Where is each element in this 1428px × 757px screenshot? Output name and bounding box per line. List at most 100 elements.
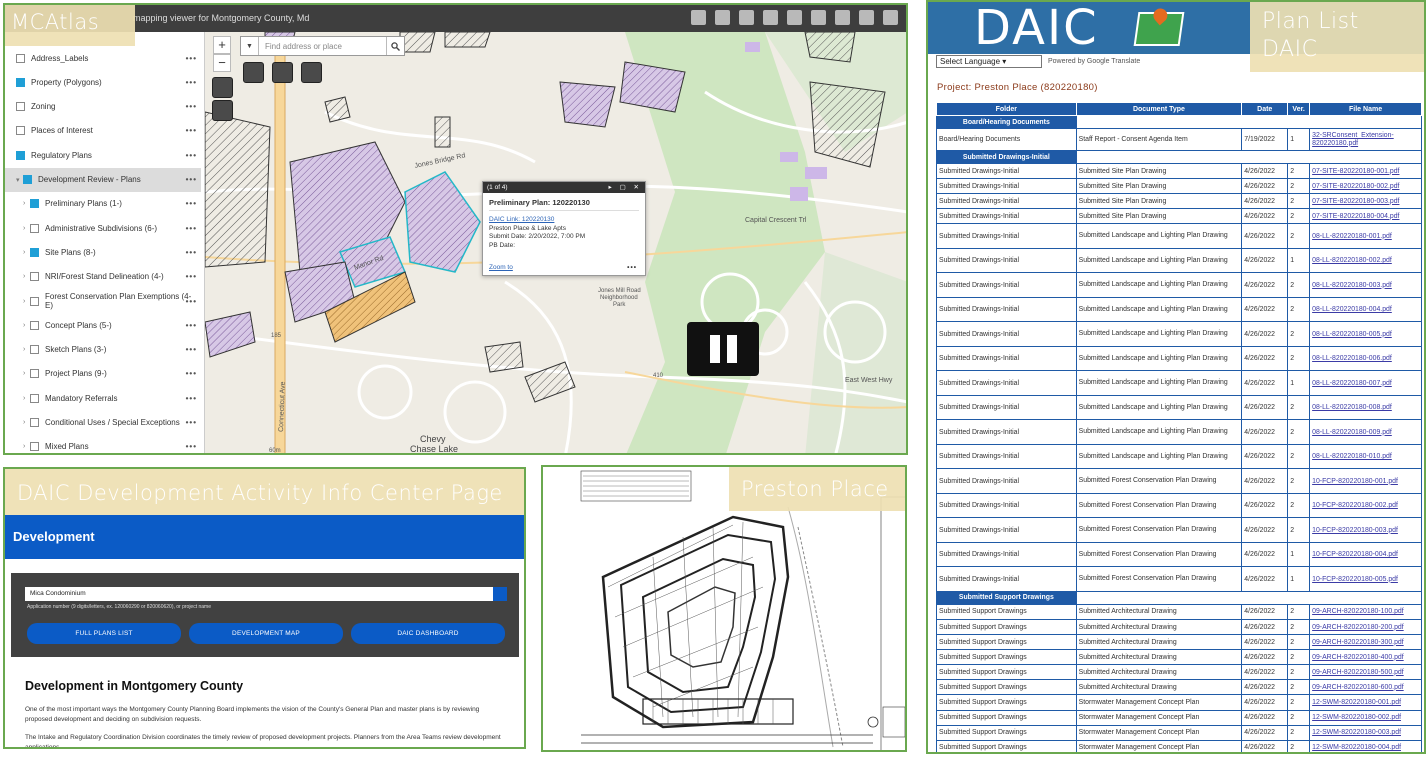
expand-caret-icon[interactable]: › — [23, 225, 30, 232]
layer-row[interactable]: › Forest Conservation Plan Exemptions (4-… — [5, 289, 201, 313]
file-link[interactable]: 08-LL-820220180-010.pdf — [1309, 443, 1422, 470]
home-button[interactable] — [212, 77, 233, 98]
search-icon[interactable] — [386, 37, 404, 55]
layer-row[interactable]: › Project Plans (9-) ••• — [5, 362, 201, 386]
file-link[interactable]: 07-SITE-820220180-004.pdf — [1309, 208, 1422, 225]
map-view[interactable]: Capital Crescent Trl East West Hwy Jones… — [205, 32, 906, 453]
file-link[interactable]: 12-SWM-820220180-003.pdf — [1309, 724, 1422, 741]
layer-row[interactable]: › Concept Plans (5-) ••• — [5, 313, 201, 337]
layer-checkbox[interactable] — [30, 345, 39, 355]
file-link[interactable]: 08-LL-820220180-004.pdf — [1309, 296, 1422, 323]
development-map-button[interactable]: DEVELOPMENT MAP — [189, 623, 343, 644]
layer-checkbox[interactable] — [30, 320, 39, 330]
file-link[interactable]: 07-SITE-820220180-001.pdf — [1309, 162, 1422, 180]
full-plans-list-button[interactable]: FULL PLANS LIST — [27, 623, 181, 644]
layer-checkbox[interactable] — [16, 102, 25, 112]
layer-options-icon[interactable]: ••• — [186, 248, 197, 257]
layer-options-icon[interactable]: ••• — [186, 199, 197, 208]
layer-row[interactable]: › Preliminary Plans (1-) ••• — [5, 192, 201, 216]
address-search[interactable]: ▼ Find address or place — [240, 36, 405, 56]
layer-row[interactable]: › Mixed Plans ••• — [5, 435, 201, 453]
file-link[interactable]: 08-LL-820220180-009.pdf — [1309, 419, 1422, 445]
layer-options-icon[interactable]: ••• — [186, 175, 197, 184]
expand-caret-icon[interactable]: › — [23, 346, 30, 353]
layer-options-icon[interactable]: ••• — [186, 394, 197, 403]
layer-options-icon[interactable]: ••• — [186, 442, 197, 451]
layer-options-icon[interactable]: ••• — [186, 369, 197, 378]
zoom-in-button[interactable]: + — [213, 36, 231, 54]
chevron-down-icon[interactable]: ▼ — [241, 37, 259, 55]
locate-button[interactable] — [212, 100, 233, 121]
file-link[interactable]: 10-FCP-820220180-003.pdf — [1309, 517, 1422, 543]
file-link[interactable]: 32-SRConsent_Extension-820220180.pdf — [1309, 128, 1422, 151]
layer-checkbox[interactable] — [16, 126, 25, 136]
layer-checkbox[interactable] — [16, 77, 25, 87]
grid-icon[interactable] — [835, 10, 850, 25]
layer-checkbox[interactable] — [23, 175, 32, 184]
draw-icon[interactable] — [763, 10, 778, 25]
layer-checkbox[interactable] — [30, 393, 39, 403]
layer-row[interactable]: › Sketch Plans (3-) ••• — [5, 338, 201, 362]
file-link[interactable]: 10-FCP-820220180-004.pdf — [1309, 541, 1422, 568]
layer-row[interactable]: › Conditional Uses / Special Exceptions ••… — [5, 411, 201, 435]
more-options-icon[interactable]: ••• — [627, 264, 637, 271]
file-link[interactable]: 10-FCP-820220180-005.pdf — [1309, 566, 1422, 592]
layer-row[interactable]: Zoning ••• — [5, 95, 201, 119]
file-link[interactable]: 09-ARCH-820220180-100.pdf — [1309, 603, 1422, 620]
expand-caret-icon[interactable]: › — [23, 298, 30, 305]
layer-checkbox[interactable] — [16, 150, 25, 160]
file-link[interactable]: 09-ARCH-820220180-300.pdf — [1309, 634, 1422, 651]
pause-button[interactable] — [687, 322, 759, 376]
file-link[interactable]: 08-LL-820220180-008.pdf — [1309, 394, 1422, 421]
expand-caret-icon[interactable]: › — [23, 443, 30, 450]
layer-checkbox[interactable] — [30, 199, 39, 209]
layer-checkbox[interactable] — [30, 442, 39, 452]
layer-row[interactable]: Property (Polygons) ••• — [5, 70, 201, 94]
info-icon[interactable] — [883, 10, 898, 25]
identify-tool-button[interactable] — [301, 62, 322, 83]
layer-row[interactable]: Regulatory Plans ••• — [5, 143, 201, 167]
search-input[interactable]: Find address or place — [259, 42, 386, 51]
layer-options-icon[interactable]: ••• — [186, 78, 197, 87]
layer-row[interactable]: › NRI/Forest Stand Delineation (4-) ••• — [5, 265, 201, 289]
share-icon[interactable] — [811, 10, 826, 25]
expand-caret-icon[interactable]: › — [23, 273, 30, 280]
file-link[interactable]: 08-LL-820220180-003.pdf — [1309, 272, 1422, 298]
layer-row[interactable]: › Site Plans (8-) ••• — [5, 240, 201, 264]
layer-checkbox[interactable] — [30, 369, 39, 379]
daic-dashboard-button[interactable]: DAIC DASHBOARD — [351, 623, 505, 644]
file-link[interactable]: 10-FCP-820220180-002.pdf — [1309, 492, 1422, 519]
layer-options-icon[interactable]: ••• — [186, 102, 197, 111]
popup-controls[interactable]: ▸ ▢ ✕ — [609, 183, 642, 191]
expand-caret-icon[interactable]: ▾ — [16, 176, 23, 184]
layer-checkbox[interactable] — [30, 223, 39, 233]
layer-options-icon[interactable]: ••• — [186, 272, 197, 281]
expand-caret-icon[interactable]: › — [23, 200, 30, 207]
layer-options-icon[interactable]: ••• — [186, 54, 197, 63]
layer-checkbox[interactable] — [30, 272, 39, 282]
daic-link[interactable]: DAIC Link: 120220130 — [489, 216, 554, 223]
layer-row[interactable]: › Mandatory Referrals ••• — [5, 386, 201, 410]
file-link[interactable]: 09-ARCH-820220180-200.pdf — [1309, 618, 1422, 636]
file-link[interactable]: 08-LL-820220180-007.pdf — [1309, 370, 1422, 396]
expand-caret-icon[interactable]: › — [23, 419, 30, 426]
layer-checkbox[interactable] — [30, 418, 39, 427]
file-link[interactable]: 12-SWM-820220180-001.pdf — [1309, 694, 1422, 711]
layer-options-icon[interactable]: ••• — [186, 126, 197, 135]
search-icon[interactable] — [493, 587, 507, 601]
application-search-input[interactable]: Mica Condominium — [25, 587, 507, 601]
layer-checkbox[interactable] — [16, 53, 25, 63]
file-link[interactable]: 12-SWM-820220180-002.pdf — [1309, 709, 1422, 726]
select-tool-button[interactable] — [243, 62, 264, 83]
layer-row[interactable]: Places of Interest ••• — [5, 119, 201, 143]
file-link[interactable]: 12-SWM-820220180-004.pdf — [1309, 739, 1422, 752]
file-link[interactable]: 08-LL-820220180-001.pdf — [1309, 223, 1422, 249]
layer-options-icon[interactable]: ••• — [186, 321, 197, 330]
layer-checkbox[interactable] — [30, 296, 39, 306]
expand-caret-icon[interactable]: › — [23, 249, 30, 256]
bookmark-tool-button[interactable] — [272, 62, 293, 83]
language-select[interactable]: Select Language ▾ — [936, 55, 1042, 68]
layer-row[interactable]: Address_Labels ••• — [5, 46, 201, 70]
print-icon[interactable] — [739, 10, 754, 25]
file-link[interactable]: 10-FCP-820220180-001.pdf — [1309, 468, 1422, 494]
